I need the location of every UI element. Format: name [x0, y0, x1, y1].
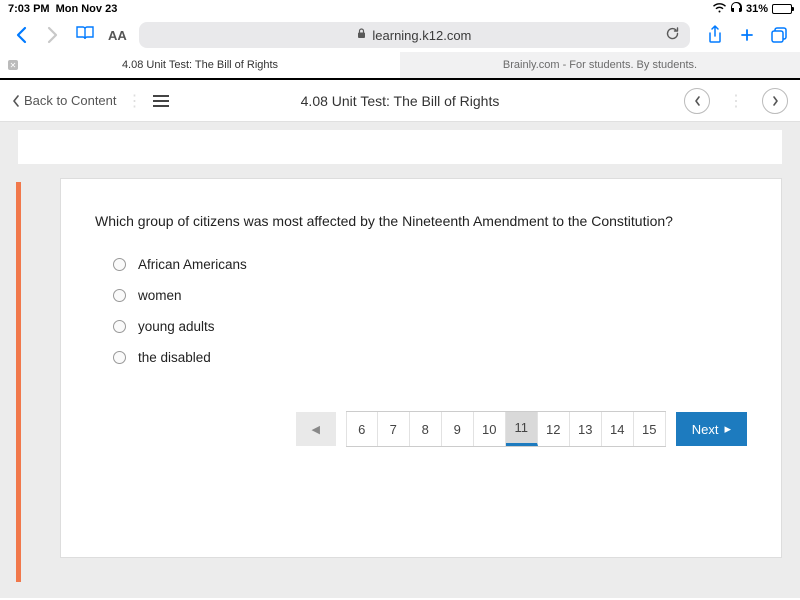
pager-page[interactable]: 15: [634, 412, 666, 446]
card-top-strip: [18, 130, 782, 164]
text-size-control[interactable]: AA: [108, 28, 127, 43]
answer-option[interactable]: African Americans: [95, 249, 747, 280]
browser-back-button[interactable]: [8, 22, 34, 48]
share-icon[interactable]: [702, 22, 728, 48]
pager-next-button[interactable]: Next ▸: [676, 412, 747, 446]
reload-icon[interactable]: [665, 26, 680, 45]
option-label: young adults: [138, 319, 215, 334]
question-text: Which group of citizens was most affecte…: [95, 213, 747, 229]
address-host: learning.k12.com: [372, 28, 471, 43]
tab-strip: ✕ 4.08 Unit Test: The Bill of Rights Bra…: [0, 52, 800, 80]
next-label: Next: [692, 422, 719, 437]
chevron-right-icon: ▸: [724, 421, 731, 437]
tab-inactive[interactable]: Brainly.com - For students. By students.: [400, 52, 800, 78]
pager-page[interactable]: 6: [346, 412, 378, 446]
answer-option[interactable]: young adults: [95, 311, 747, 342]
status-date: Mon Nov 23: [56, 3, 118, 15]
back-to-content-link[interactable]: Back to Content: [12, 93, 117, 108]
battery-icon: [772, 4, 792, 14]
pager-page[interactable]: 10: [474, 412, 506, 446]
back-label: Back to Content: [24, 93, 117, 108]
prev-page-button[interactable]: [684, 88, 710, 114]
radio-icon: [113, 258, 126, 271]
browser-forward-button[interactable]: [40, 22, 66, 48]
battery-percent: 31%: [746, 3, 768, 15]
ipad-status-bar: 7:03 PM Mon Nov 23 31%: [0, 0, 800, 18]
quiz-area: Which group of citizens was most affecte…: [0, 122, 800, 598]
question-card: Which group of citizens was most affecte…: [60, 178, 782, 558]
pager-page[interactable]: 13: [570, 412, 602, 446]
accent-strip: [16, 182, 21, 582]
radio-icon: [113, 289, 126, 302]
pager-numbers: 6 7 8 9 10 11 12 13 14 15: [346, 411, 666, 447]
radio-icon: [113, 351, 126, 364]
address-bar[interactable]: learning.k12.com: [139, 22, 690, 48]
bookmarks-icon[interactable]: [72, 25, 98, 46]
pager-page[interactable]: 14: [602, 412, 634, 446]
app-header: Back to Content ⋮ 4.08 Unit Test: The Bi…: [0, 80, 800, 122]
tab-label: 4.08 Unit Test: The Bill of Rights: [122, 59, 278, 71]
lock-icon: [357, 28, 366, 42]
page-title: 4.08 Unit Test: The Bill of Rights: [301, 93, 500, 109]
close-icon[interactable]: ✕: [8, 60, 18, 70]
separator: ⋮: [127, 91, 143, 111]
pager-page-current[interactable]: 11: [506, 412, 538, 446]
option-label: the disabled: [138, 350, 211, 365]
headphones-icon: [730, 2, 742, 16]
pager-page[interactable]: 7: [378, 412, 410, 446]
next-page-button[interactable]: [762, 88, 788, 114]
tabs-icon[interactable]: [766, 22, 792, 48]
radio-icon: [113, 320, 126, 333]
pager-page[interactable]: 9: [442, 412, 474, 446]
option-label: women: [138, 288, 182, 303]
pager-page[interactable]: 8: [410, 412, 442, 446]
menu-icon[interactable]: [153, 95, 169, 107]
browser-toolbar: AA learning.k12.com: [0, 18, 800, 52]
pagination: ◀ 6 7 8 9 10 11 12 13 14 15 Next ▸: [95, 411, 747, 447]
tab-label: Brainly.com - For students. By students.: [503, 59, 697, 71]
pager-page[interactable]: 12: [538, 412, 570, 446]
wifi-icon: [713, 3, 726, 16]
option-label: African Americans: [138, 257, 247, 272]
answer-option[interactable]: the disabled: [95, 342, 747, 373]
answer-option[interactable]: women: [95, 280, 747, 311]
pager-prev-button[interactable]: ◀: [296, 412, 336, 446]
separator: ⋮: [728, 91, 744, 111]
new-tab-icon[interactable]: [734, 22, 760, 48]
tab-active[interactable]: ✕ 4.08 Unit Test: The Bill of Rights: [0, 52, 400, 78]
status-time: 7:03 PM: [8, 3, 50, 15]
